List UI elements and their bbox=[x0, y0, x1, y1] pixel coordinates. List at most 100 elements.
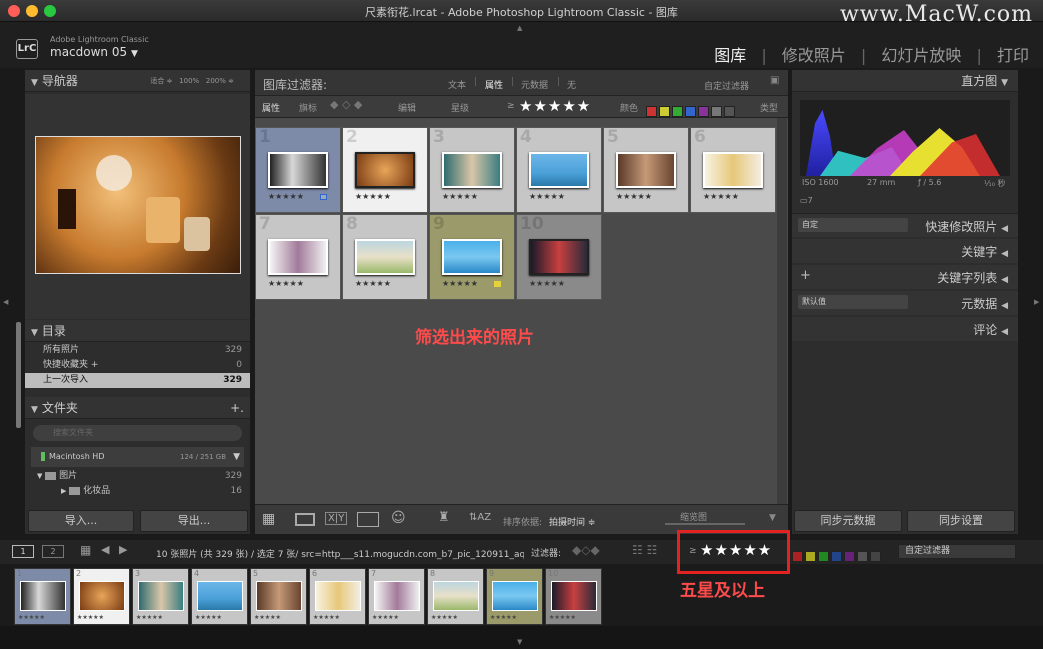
grid-scrollbar[interactable] bbox=[777, 118, 787, 504]
sync-metadata-button[interactable]: 同步元数据 bbox=[794, 510, 902, 532]
sort-select[interactable]: 拍摄时间 ≑ bbox=[549, 515, 595, 528]
folder-row[interactable]: ▶ 化妆品 16 bbox=[25, 484, 250, 499]
folder-row[interactable]: ▼ 图片 329 bbox=[25, 469, 250, 484]
top-panel-toggle-icon[interactable]: ▲ bbox=[517, 24, 522, 32]
photo-thumbnail[interactable] bbox=[355, 152, 415, 188]
grid-cell[interactable]: 5 ★★★★★ bbox=[603, 127, 689, 213]
grid-cell[interactable]: 6 ★★★★★ bbox=[690, 127, 776, 213]
grid-icon[interactable]: ▦ bbox=[80, 543, 91, 557]
navigator-thumbnail[interactable] bbox=[35, 136, 241, 274]
volume-row[interactable]: Macintosh HD 124 / 251 GB ▼ bbox=[31, 447, 244, 467]
catalog-item-all[interactable]: 所有照片 329 bbox=[25, 343, 250, 358]
export-button[interactable]: 导出... bbox=[140, 510, 248, 532]
histogram-graph[interactable] bbox=[800, 100, 1010, 176]
filmstrip-custom-filter-select[interactable]: 自定过滤器 bbox=[898, 544, 1016, 559]
rating-stars[interactable]: ★★★★★ bbox=[519, 97, 591, 115]
add-keyword-icon[interactable]: + bbox=[800, 268, 811, 283]
thumbnail-size-slider[interactable] bbox=[665, 523, 745, 525]
module-slideshow[interactable]: 幻灯片放映 bbox=[881, 46, 961, 65]
flag-icons[interactable]: ◆ ◇ ◆ bbox=[330, 98, 362, 111]
filmstrip-thumbnail[interactable] bbox=[433, 581, 479, 611]
filter-attribute-tab[interactable]: 属性 bbox=[485, 78, 503, 91]
grid-cell[interactable]: 4 ★★★★★ bbox=[516, 127, 602, 213]
flag-filter-icons[interactable]: ◆◇◆ bbox=[572, 543, 600, 557]
filmstrip-cell[interactable]: 6 ★★★★★ bbox=[309, 568, 366, 625]
grid-cell[interactable]: 8 ★★★★★ bbox=[342, 214, 428, 300]
metadata-preset-select[interactable]: 默认值 bbox=[798, 295, 908, 309]
filmstrip-thumbnail[interactable] bbox=[492, 581, 538, 611]
filmstrip-cell[interactable]: 10 ★★★★★ bbox=[545, 568, 602, 625]
catalog-name[interactable]: macdown 05 ▼ bbox=[50, 45, 138, 59]
filmstrip-source-info[interactable]: 10 张照片 (共 329 张) / 选定 7 张/ src=http___s1… bbox=[156, 547, 524, 560]
zoom-100[interactable]: 100% bbox=[179, 77, 199, 85]
people-view-icon[interactable]: ☺ bbox=[391, 510, 406, 526]
photo-thumbnail[interactable] bbox=[616, 152, 676, 188]
filmstrip-cell[interactable]: 1 ★★★★★ bbox=[14, 568, 71, 625]
filmstrip-cell[interactable]: 3 ★★★★★ bbox=[132, 568, 189, 625]
primary-window-button[interactable]: 1 bbox=[12, 545, 34, 558]
catalog-header[interactable]: ▼ 目录 bbox=[25, 320, 250, 342]
loupe-view-icon[interactable] bbox=[295, 513, 315, 526]
grid-cell[interactable]: 3 ★★★★★ bbox=[429, 127, 515, 213]
keyword-list-header[interactable]: + 关键字列表 ◀ bbox=[792, 265, 1018, 289]
photo-thumbnail[interactable] bbox=[442, 239, 502, 275]
expand-icon[interactable]: ▶ bbox=[61, 487, 66, 495]
custom-filter-select[interactable]: 自定过滤器 bbox=[704, 79, 749, 92]
filmstrip-thumbnail[interactable] bbox=[374, 581, 420, 611]
folders-header[interactable]: ▼ 文件夹 +. bbox=[25, 397, 250, 419]
grid-cell[interactable]: 1 ★★★★★ bbox=[255, 127, 341, 213]
photo-thumbnail[interactable] bbox=[268, 152, 328, 188]
survey-view-icon[interactable] bbox=[357, 512, 379, 527]
navigator-header[interactable]: ▼ 导航器 适合 ≑ 100% 200% ≑ bbox=[25, 70, 250, 92]
filter-text-tab[interactable]: 文本 bbox=[448, 78, 466, 91]
module-develop[interactable]: 修改照片 bbox=[782, 46, 846, 65]
expand-icon[interactable]: ▼ bbox=[37, 472, 42, 480]
filmstrip-cell[interactable]: 4 ★★★★★ bbox=[191, 568, 248, 625]
photo-thumbnail[interactable] bbox=[529, 239, 589, 275]
folder-search-input[interactable]: 搜索文件夹 bbox=[33, 425, 242, 441]
histogram-header[interactable]: 直方图 ▼ bbox=[792, 70, 1018, 92]
photo-thumbnail[interactable] bbox=[442, 152, 502, 188]
quick-develop-header[interactable]: 自定 快速修改照片 ◀ bbox=[792, 213, 1018, 237]
module-library[interactable]: 图库 bbox=[714, 46, 746, 65]
right-panel-toggle-icon[interactable]: ▶ bbox=[1034, 298, 1039, 306]
filmstrip-cell[interactable]: 7 ★★★★★ bbox=[368, 568, 425, 625]
filmstrip-cell[interactable]: 2 ★★★★★ bbox=[73, 568, 130, 625]
add-folder-icon[interactable]: +. bbox=[230, 397, 244, 419]
module-print[interactable]: 打印 bbox=[997, 46, 1029, 65]
filmstrip-cell[interactable]: 8 ★★★★★ bbox=[427, 568, 484, 625]
rating-operator[interactable]: ≥ bbox=[507, 101, 515, 111]
photo-thumbnail[interactable] bbox=[355, 239, 415, 275]
sync-settings-button[interactable]: 同步设置 bbox=[907, 510, 1015, 532]
filmstrip-thumbnail[interactable] bbox=[79, 581, 125, 611]
zoom-fit[interactable]: 适合 ≑ bbox=[150, 77, 172, 85]
left-panel-toggle-icon[interactable]: ◀ bbox=[3, 298, 8, 306]
zoom-200-stepper-icon[interactable]: ≑ bbox=[228, 77, 234, 85]
filmstrip-thumbnail[interactable] bbox=[551, 581, 597, 611]
zoom-200[interactable]: 200% bbox=[206, 77, 226, 85]
sort-direction-icon[interactable]: ⇅AZ bbox=[469, 512, 491, 523]
volume-expand-icon[interactable]: ▼ bbox=[233, 447, 240, 467]
grid-cell[interactable]: 7 ★★★★★ bbox=[255, 214, 341, 300]
bottom-panel-toggle-icon[interactable]: ▼ bbox=[517, 638, 522, 646]
compare-view-icon[interactable]: X|Y bbox=[325, 512, 348, 525]
color-label-filters[interactable] bbox=[646, 101, 737, 120]
filmstrip-thumbnail[interactable] bbox=[20, 581, 66, 611]
import-button[interactable]: 导入... bbox=[28, 510, 134, 532]
grid-cell[interactable]: 10 ★★★★★ bbox=[516, 214, 602, 300]
forward-arrow-icon[interactable]: ▶ bbox=[119, 543, 127, 556]
catalog-item-last-import[interactable]: 上一次导入 329 bbox=[25, 373, 250, 388]
filmstrip-color-filters[interactable] bbox=[792, 546, 883, 565]
toolbar-menu-icon[interactable]: ▼ bbox=[769, 513, 776, 523]
secondary-window-button[interactable]: 2 bbox=[42, 545, 64, 558]
lock-icon[interactable]: ▣ bbox=[770, 75, 779, 86]
zoom-options[interactable]: 适合 ≑ 100% 200% ≑ bbox=[150, 70, 234, 92]
filmstrip-thumbnail[interactable] bbox=[315, 581, 361, 611]
filmstrip-thumbnail[interactable] bbox=[256, 581, 302, 611]
edit-filter-icons[interactable]: ☷ ☷ bbox=[632, 543, 657, 557]
photo-thumbnail[interactable] bbox=[703, 152, 763, 188]
metadata-header[interactable]: 默认值 元数据 ◀ bbox=[792, 291, 1018, 315]
preset-select[interactable]: 自定 bbox=[798, 218, 908, 232]
filmstrip-thumbnail[interactable] bbox=[197, 581, 243, 611]
filter-none-tab[interactable]: 无 bbox=[567, 78, 576, 91]
